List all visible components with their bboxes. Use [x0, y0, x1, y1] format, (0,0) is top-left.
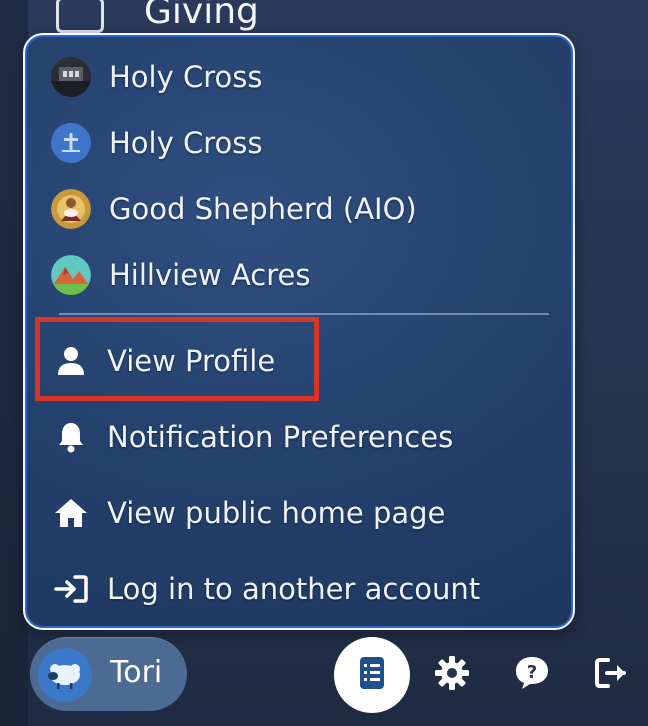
view-public-home-page-item[interactable]: View public home page	[53, 491, 445, 535]
tasks-button[interactable]	[334, 637, 410, 713]
log-in-another-account-label: Log in to another account	[107, 572, 481, 606]
bell-icon	[53, 421, 89, 453]
org-label: Good Shepherd (AIO)	[109, 192, 417, 226]
org-label: Hillview Acres	[109, 258, 311, 292]
notification-preferences-label: Notification Preferences	[107, 420, 454, 454]
org-label: Holy Cross	[109, 126, 263, 160]
notification-preferences-item[interactable]: Notification Preferences	[53, 415, 453, 459]
help-button[interactable]: ?	[512, 655, 552, 695]
help-icon: ?	[514, 655, 550, 695]
sheep-avatar	[38, 648, 92, 702]
login-icon	[53, 574, 89, 604]
logout-icon	[594, 657, 630, 693]
org-label: Holy Cross	[109, 60, 263, 94]
log-in-another-account-item[interactable]: Log in to another account	[53, 567, 480, 611]
gear-icon	[434, 655, 470, 695]
background-nav-label: Giving	[144, 0, 259, 32]
svg-text:?: ?	[527, 662, 537, 683]
user-account-button[interactable]: Tori	[30, 637, 187, 711]
org-item-good-shepherd[interactable]: Good Shepherd (AIO)	[51, 187, 417, 231]
tasks-icon	[359, 656, 385, 694]
church-photo-avatar	[51, 57, 91, 97]
org-item-holy-cross-2[interactable]: Holy Cross	[51, 121, 262, 165]
user-name: Tori	[110, 655, 163, 690]
settings-button[interactable]	[432, 655, 472, 695]
account-menu: Holy Cross Holy Cross Good Shepherd (AIO…	[23, 33, 575, 630]
mountain-avatar	[51, 255, 91, 295]
org-item-hillview-acres[interactable]: Hillview Acres	[51, 253, 311, 297]
logout-button[interactable]	[592, 655, 632, 695]
view-public-home-page-label: View public home page	[107, 496, 446, 530]
view-profile-highlight-box	[35, 317, 319, 401]
cross-avatar	[51, 123, 91, 163]
menu-divider	[59, 313, 549, 315]
giving-icon	[56, 0, 104, 33]
org-item-holy-cross-1[interactable]: Holy Cross	[51, 55, 262, 99]
shepherd-avatar	[51, 189, 91, 229]
home-icon	[53, 498, 89, 528]
